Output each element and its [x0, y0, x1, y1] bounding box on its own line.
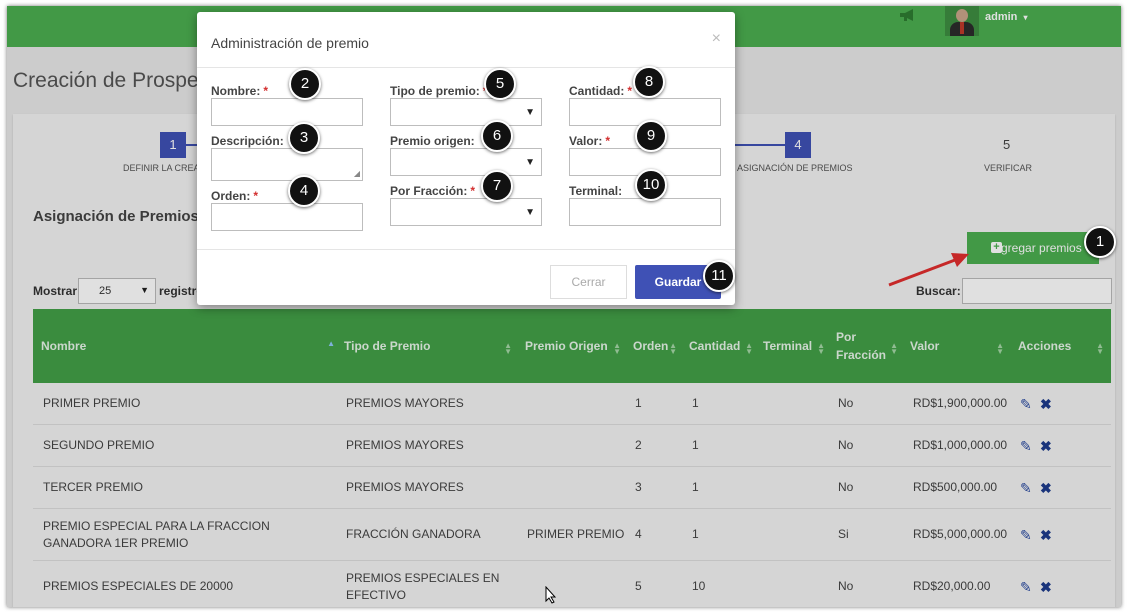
app-window: admin ▾ Creación de Prospec 1 DEFINIR LA… [7, 6, 1121, 607]
callout-badge: 5 [484, 68, 516, 100]
callout-badge: 4 [288, 175, 320, 207]
mouse-cursor-icon [545, 586, 557, 604]
callout-badge: 10 [635, 169, 667, 201]
callout-badge: 1 [1084, 226, 1116, 258]
callout-badge: 2 [289, 68, 321, 100]
annotation-arrow [888, 253, 969, 287]
callout-badge: 9 [635, 120, 667, 152]
callout-badge: 7 [481, 170, 513, 202]
callout-badge: 3 [288, 122, 320, 154]
callout-badge: 8 [633, 66, 665, 98]
callout-badge: 11 [703, 260, 735, 292]
callout-badge: 6 [481, 120, 513, 152]
